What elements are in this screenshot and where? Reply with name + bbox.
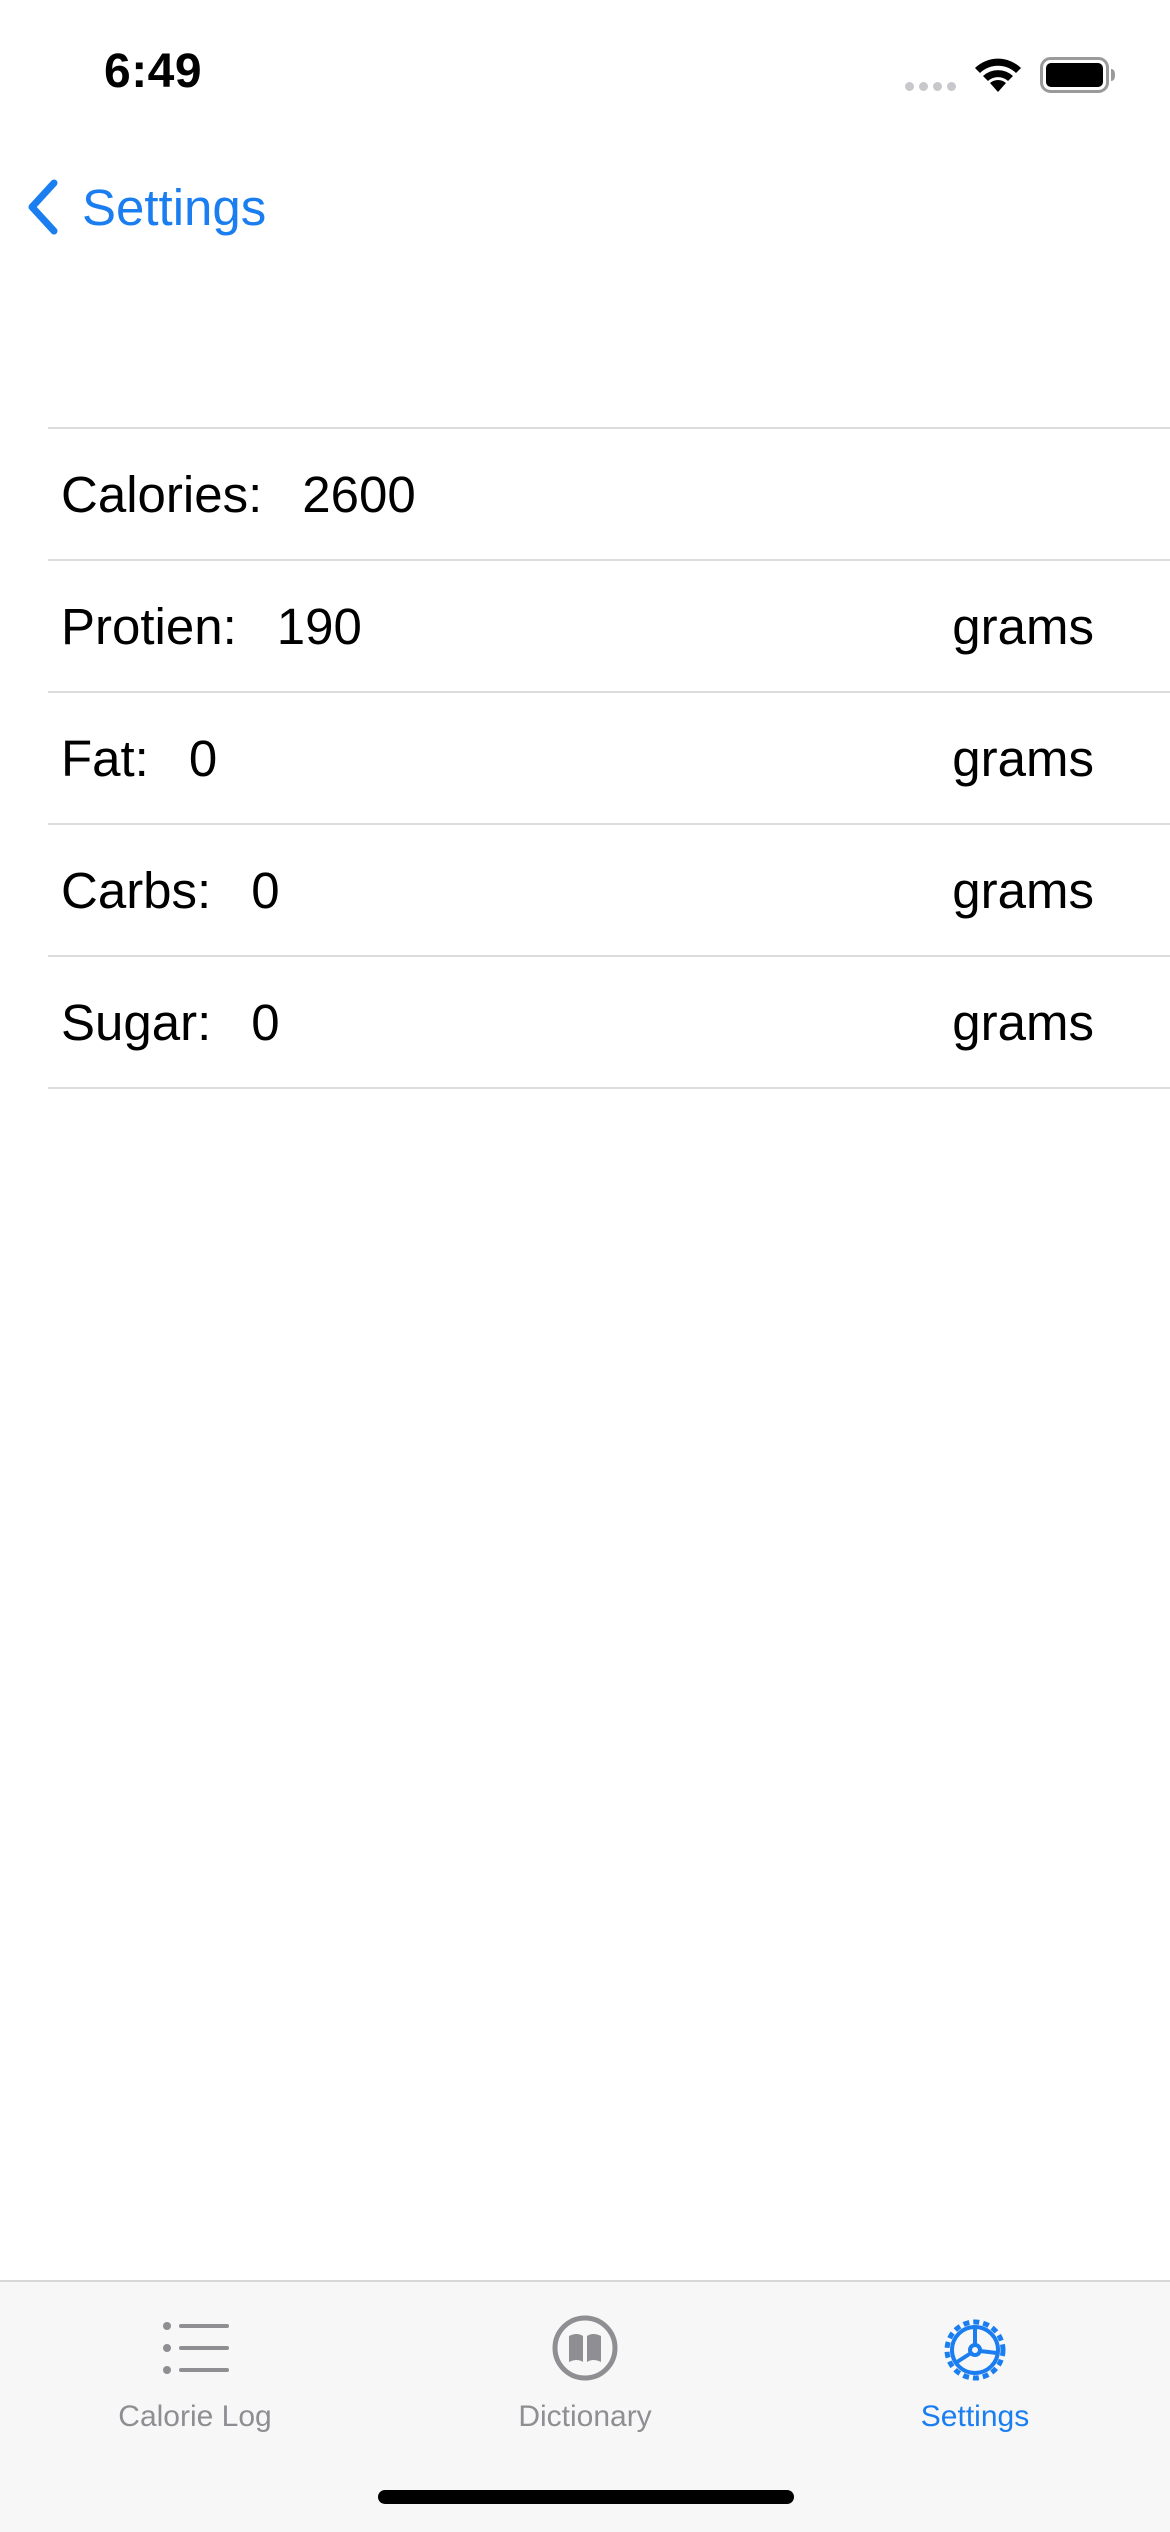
list-row-carbs[interactable]: Carbs: 0 grams xyxy=(48,825,1170,957)
row-unit: grams xyxy=(952,597,1094,655)
tab-bar: Calorie Log Dictionary Settings xyxy=(0,2280,1170,2532)
tab-label: Dictionary xyxy=(518,2400,652,2433)
carbs-value-field[interactable]: 0 xyxy=(251,861,279,920)
battery-icon xyxy=(1040,57,1115,93)
row-label: Carbs: xyxy=(61,861,212,919)
book-icon xyxy=(552,2315,618,2381)
tab-label: Calorie Log xyxy=(118,2400,272,2433)
list-row-calories[interactable]: Calories: 2600 xyxy=(48,429,1170,561)
chevron-left-icon xyxy=(28,179,58,235)
list-row-protein[interactable]: Protien: 190 grams xyxy=(48,561,1170,693)
home-indicator xyxy=(378,2490,794,2504)
nutrient-goals-list: Calories: 2600 Protien: 190 grams Fat: 0… xyxy=(48,427,1170,1089)
list-icon xyxy=(163,2322,229,2374)
settings-screen: 6:49 Settings Calories: 2600 Protien: 19… xyxy=(0,0,1170,2532)
calories-value-field[interactable]: 2600 xyxy=(302,465,415,524)
row-label: Calories: xyxy=(61,465,263,523)
tab-calorie-log[interactable]: Calorie Log xyxy=(0,2282,390,2462)
tab-dictionary[interactable]: Dictionary xyxy=(390,2282,780,2462)
status-bar: 6:49 xyxy=(0,0,1170,140)
row-unit: grams xyxy=(952,729,1094,787)
back-button[interactable]: Settings xyxy=(24,172,266,242)
row-label: Protien: xyxy=(61,597,237,655)
wifi-icon xyxy=(975,58,1021,92)
gear-icon xyxy=(944,2319,1006,2381)
tab-settings[interactable]: Settings xyxy=(780,2282,1170,2462)
row-unit: grams xyxy=(952,861,1094,919)
sugar-value-field[interactable]: 0 xyxy=(251,993,279,1052)
row-unit: grams xyxy=(952,993,1094,1051)
list-row-sugar[interactable]: Sugar: 0 grams xyxy=(48,957,1170,1089)
list-row-fat[interactable]: Fat: 0 grams xyxy=(48,693,1170,825)
status-time: 6:49 xyxy=(104,45,203,98)
protein-value-field[interactable]: 190 xyxy=(277,597,362,656)
cellular-signal-icon xyxy=(905,82,956,91)
fat-value-field[interactable]: 0 xyxy=(189,729,217,788)
row-label: Sugar: xyxy=(61,993,212,1051)
back-button-label: Settings xyxy=(82,178,267,236)
row-label: Fat: xyxy=(61,729,149,787)
tab-label: Settings xyxy=(920,2400,1030,2433)
